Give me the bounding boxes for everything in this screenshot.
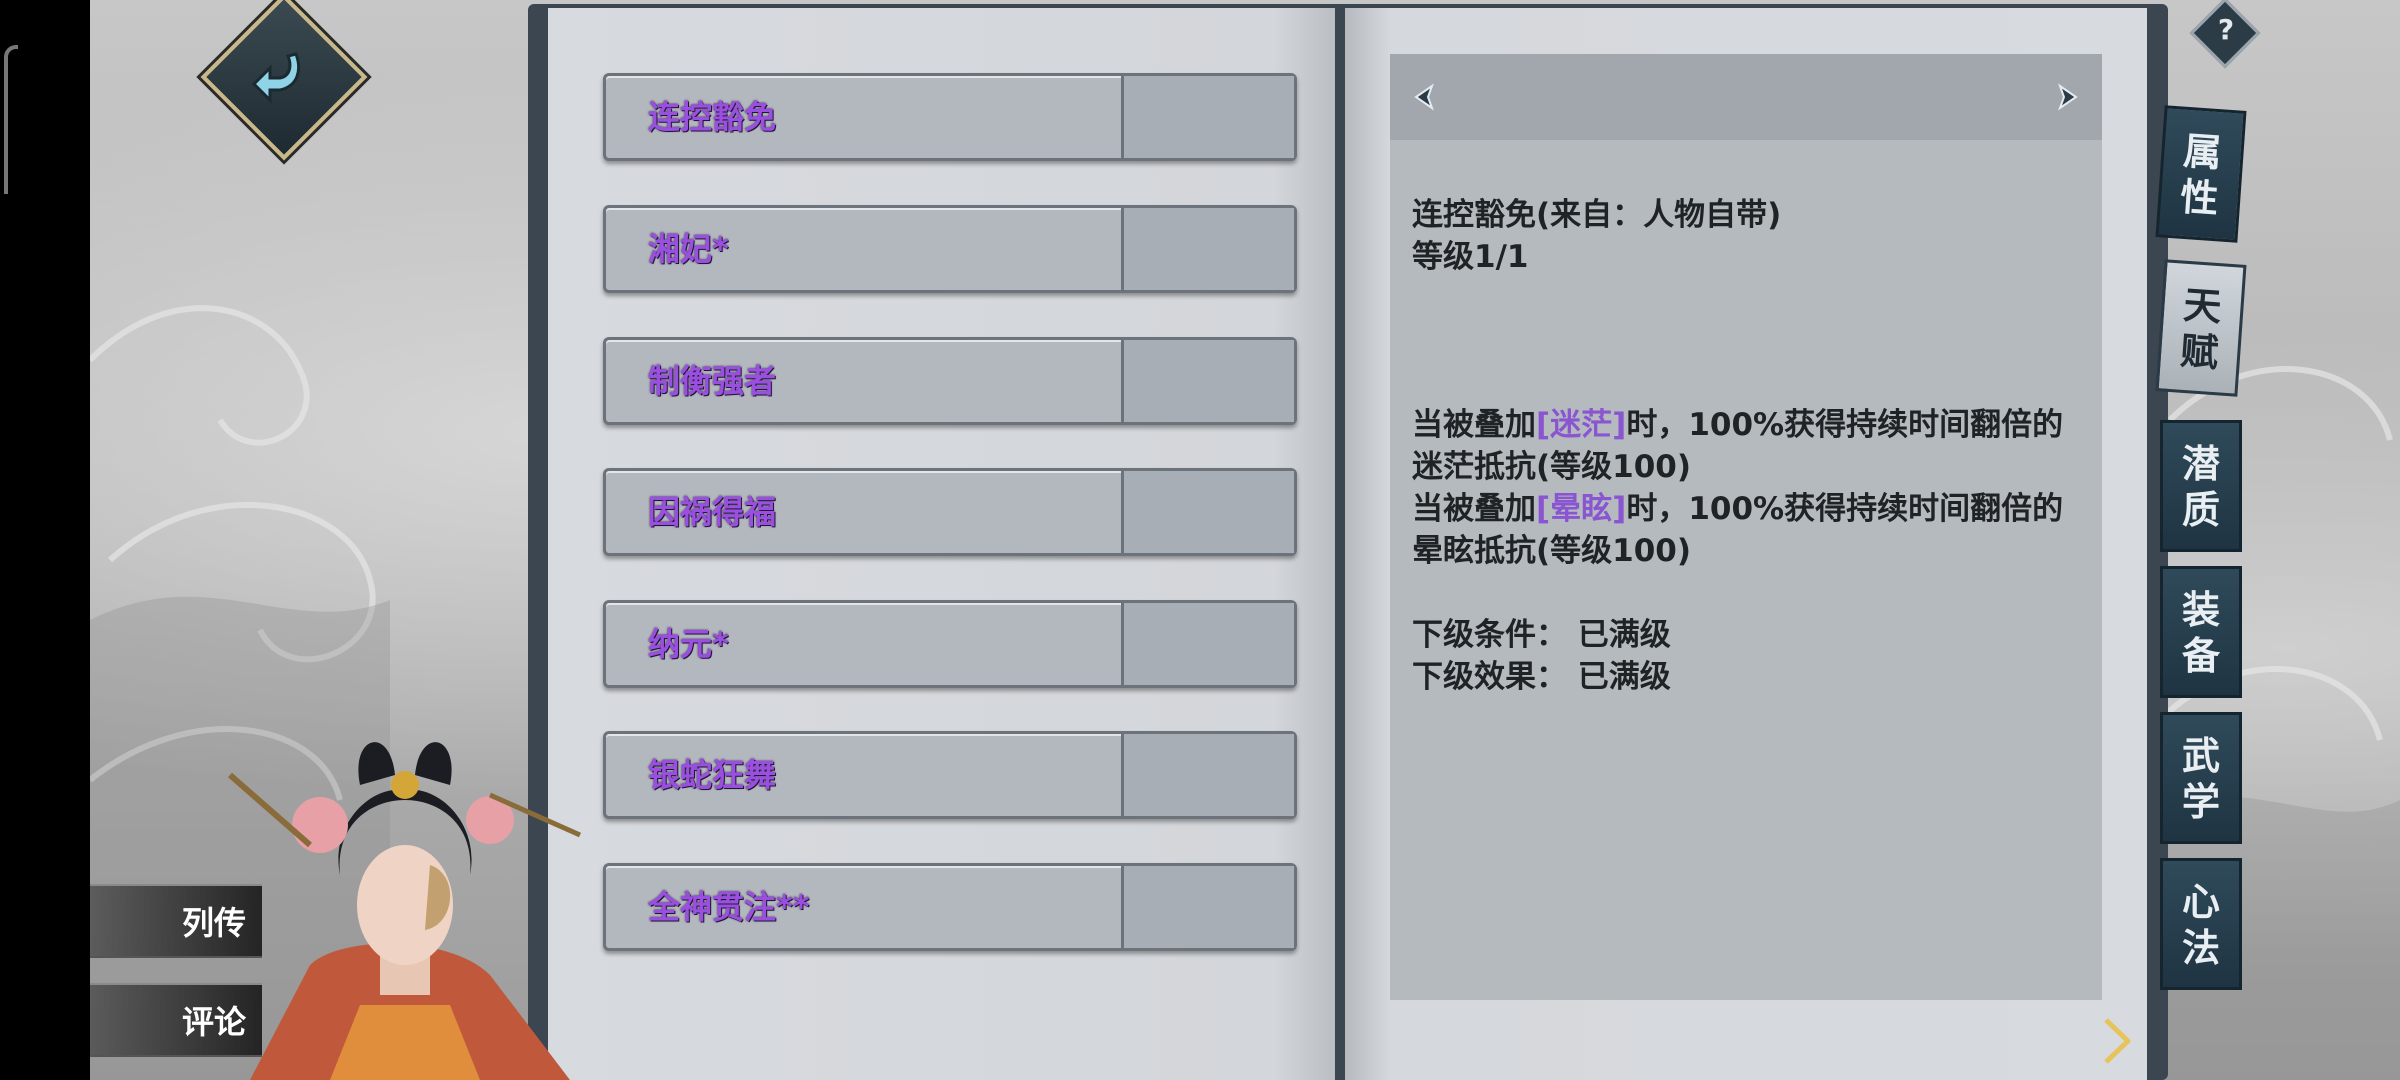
tab-equipment[interactable]: 装 备 [2160, 566, 2242, 698]
skill-name: 连控豁免 [648, 98, 777, 136]
tab-attributes[interactable]: 属 性 [2155, 105, 2247, 243]
skill-detail-panel: 连控豁免(来自：人物自带) 等级1/1 当被叠加[迷茫]时，100%获得持续时间… [1390, 54, 2102, 1000]
effect-text: 当被叠加 [1412, 407, 1536, 443]
game-screen: ? 连控豁免 湘妃* 制衡强者 因祸得福 纳元* 银蛇狂舞 全神贯注** 连控豁… [0, 0, 2400, 1080]
edge-handle [4, 45, 18, 194]
effect-line: 当被叠加[晕眩]时，100%获得持续时间翻倍的 [1412, 488, 2092, 530]
skill-slot [1121, 603, 1294, 685]
skill-name: 制衡强者 [648, 362, 777, 400]
page-forward-icon[interactable] [2100, 1016, 2134, 1066]
detail-text: 连控豁免(来自：人物自带) 等级1/1 当被叠加[迷茫]时，100%获得持续时间… [1412, 194, 2092, 698]
skill-row[interactable]: 因祸得福 [603, 468, 1297, 556]
detail-header [1390, 54, 2102, 140]
book-spine [1335, 8, 1345, 1080]
status-tag[interactable]: [晕眩] [1536, 491, 1626, 527]
skill-name: 银蛇狂舞 [648, 756, 777, 794]
skill-row[interactable]: 纳元* [603, 600, 1297, 688]
skill-row[interactable]: 湘妃* [603, 205, 1297, 293]
left-edge-strip [0, 0, 90, 1080]
skill-slot [1121, 76, 1294, 158]
tab-martial-arts[interactable]: 武 学 [2160, 712, 2242, 844]
skill-name: 全神贯注** [648, 888, 810, 926]
effect-line: 晕眩抵抗(等级100) [1412, 533, 1692, 569]
next-arrow-icon[interactable] [2052, 82, 2082, 112]
detail-title: 连控豁免(来自：人物自带) [1412, 197, 1782, 233]
detail-level: 等级1/1 [1412, 239, 1529, 275]
next-condition: 下级条件： 已满级 [1412, 617, 1671, 653]
question-icon: ? [2217, 13, 2235, 46]
skill-row[interactable]: 连控豁免 [603, 73, 1297, 161]
return-arrow-icon [251, 52, 301, 104]
effect-text: 时，100%获得持续时间翻倍的 [1626, 407, 2064, 443]
skill-row[interactable]: 银蛇狂舞 [603, 731, 1297, 819]
effect-text: 时，100%获得持续时间翻倍的 [1626, 491, 2064, 527]
skill-slot [1121, 471, 1294, 553]
status-tag[interactable]: [迷茫] [1536, 407, 1626, 443]
skill-name: 因祸得福 [648, 493, 777, 531]
effect-line: 迷茫抵抗(等级100) [1412, 449, 1692, 485]
biography-button[interactable]: 列传 [90, 884, 262, 958]
next-effect: 下级效果： 已满级 [1412, 659, 1671, 695]
skill-row[interactable]: 制衡强者 [603, 337, 1297, 425]
prev-arrow-icon[interactable] [1410, 82, 1440, 112]
effect-text: 当被叠加 [1412, 491, 1536, 527]
skill-row[interactable]: 全神贯注** [603, 863, 1297, 951]
effect-line: 当被叠加[迷茫]时，100%获得持续时间翻倍的 [1412, 404, 2092, 446]
skill-slot [1121, 866, 1294, 948]
comments-button[interactable]: 评论 [90, 983, 262, 1057]
tab-potential[interactable]: 潜 质 [2160, 420, 2242, 552]
skill-slot [1121, 734, 1294, 816]
skill-name: 湘妃* [648, 230, 729, 268]
skill-slot [1121, 340, 1294, 422]
skill-name: 纳元* [648, 625, 729, 663]
tab-mind-method[interactable]: 心 法 [2160, 858, 2242, 990]
tab-talent[interactable]: 天 赋 [2155, 259, 2247, 397]
skill-slot [1121, 208, 1294, 290]
